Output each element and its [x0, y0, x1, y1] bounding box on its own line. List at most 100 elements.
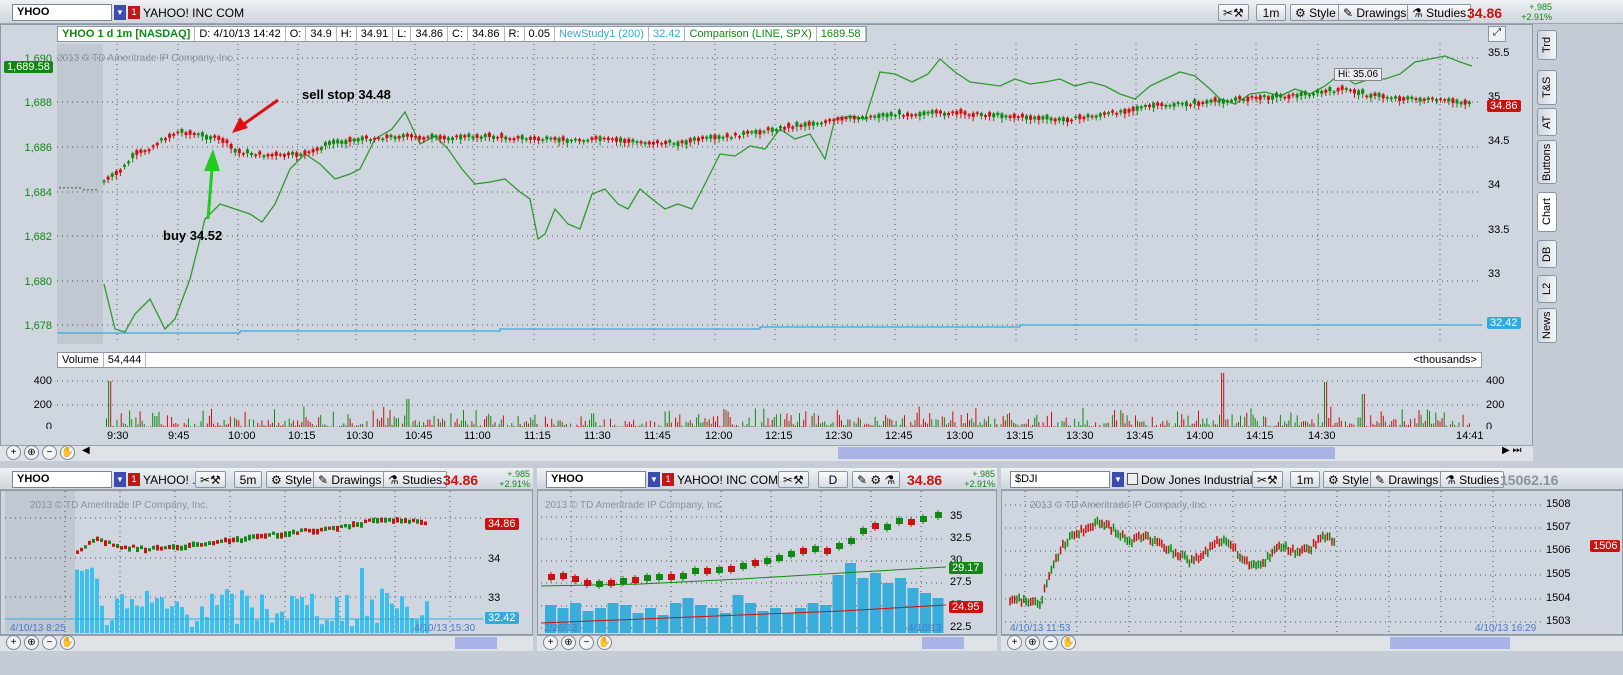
candle-223 — [1016, 116, 1020, 119]
side-tab-buttons[interactable]: Buttons — [1537, 140, 1557, 184]
candle-61 — [352, 138, 356, 142]
candle-88 — [463, 135, 467, 138]
panel2-pan-icon[interactable]: ✋ — [597, 635, 612, 650]
panel1-studies-button[interactable]: ⚗ Studies — [383, 471, 448, 488]
symbol-dropdown-button[interactable]: ▼ — [114, 5, 126, 20]
volume-bar-367 — [876, 421, 878, 427]
volume-bar-563 — [1288, 420, 1290, 427]
p2-candle-1 — [560, 573, 567, 579]
panel3-scrollbar[interactable] — [1001, 635, 1623, 651]
zoom-in-icon[interactable]: + — [6, 445, 21, 460]
side-tab-l2[interactable]: L2 — [1537, 275, 1557, 303]
side-tab-ts[interactable]: T&S — [1537, 70, 1557, 105]
studies-button[interactable]: ⚗ Studies — [1407, 4, 1472, 21]
panel1-price-chart[interactable] — [5, 491, 483, 633]
scroll-thumb[interactable] — [838, 447, 1335, 459]
panel1-zoom-out-icon[interactable]: − — [42, 635, 57, 650]
volume-bar-381 — [906, 426, 908, 427]
panel2-symbol-dropdown[interactable]: ▼ — [648, 472, 660, 487]
scroll-left-icon[interactable]: ◀ — [82, 445, 90, 456]
volume-bar-446 — [1042, 422, 1044, 427]
candle-204 — [938, 110, 942, 114]
panel1-pan-icon[interactable]: ✋ — [60, 635, 75, 650]
drawings-button[interactable]: ✎ Drawings — [1338, 4, 1412, 21]
panel2-zoom-out-icon[interactable]: − — [579, 635, 594, 650]
price-chart[interactable]: 1,6901,6881,6861,6841,6821,6801,67835.53… — [0, 44, 1533, 364]
panel3-tools-icon[interactable]: ✂⚒ — [1252, 471, 1283, 488]
volume-bar-499 — [1153, 426, 1155, 427]
p1-candle-32 — [204, 542, 207, 547]
volume-bar-519 — [1195, 420, 1197, 427]
volume-bar-286 — [706, 421, 708, 427]
side-tab-at[interactable]: AT — [1537, 108, 1557, 136]
panel1-style-button[interactable]: ⚙ Style — [266, 471, 317, 488]
panel3-scroll-thumb[interactable] — [1390, 637, 1510, 649]
p1-candle-59 — [312, 528, 315, 535]
annotation-buy[interactable]: buy 34.52 — [163, 228, 222, 243]
panel3-studies-button[interactable]: ⚗ Studies — [1440, 471, 1505, 488]
panel1-link-icon[interactable]: 1 — [128, 473, 140, 486]
side-tab-news[interactable]: News — [1537, 308, 1557, 343]
p1-candle-65 — [336, 525, 339, 532]
panel3-link-icon[interactable] — [1127, 473, 1138, 485]
volume-bar-550 — [1261, 426, 1262, 427]
panel1-zoom-in-icon-2[interactable]: ⊕ — [24, 635, 39, 650]
panel3-symbol-dropdown[interactable]: ▼ — [1112, 472, 1124, 487]
symbol-input[interactable]: YHOO — [12, 4, 112, 21]
panel1-scroll-thumb[interactable] — [455, 637, 497, 649]
panel1-symbol-dropdown[interactable]: ▼ — [114, 472, 126, 487]
volume-bar-89 — [292, 420, 294, 427]
candle-265 — [1189, 104, 1192, 107]
panel3-zoom-in-icon-2[interactable]: ⊕ — [1025, 635, 1040, 650]
panel1-scrollbar[interactable] — [0, 635, 533, 651]
chart-settings-icon[interactable]: ⤢ — [1488, 26, 1506, 42]
panel1-tools-icon[interactable]: ✂⚒ — [195, 471, 226, 488]
panel3-zoom-out-icon[interactable]: − — [1043, 635, 1058, 650]
panel2-link-icon[interactable]: 1 — [662, 473, 674, 486]
volume-bar-442 — [1034, 417, 1036, 427]
panel1-zoom-in-icon[interactable]: + — [6, 635, 21, 650]
side-tab-chart[interactable]: Chart — [1537, 192, 1557, 232]
panel3-drawings-button[interactable]: ✎ Drawings — [1370, 471, 1444, 488]
pan-hand-icon[interactable]: ✋ — [60, 445, 75, 460]
volume-bar-305 — [746, 424, 748, 427]
style-settings-icon[interactable]: ✂⚒ — [1218, 4, 1249, 21]
volume-bar-96 — [307, 420, 309, 427]
panel1-symbol-input[interactable]: YHOO — [12, 471, 112, 488]
side-tab-trd[interactable]: Trd — [1537, 30, 1557, 60]
volume-bar-429 — [1006, 414, 1008, 427]
volume-bar-580 — [1324, 382, 1325, 427]
left-axis-tag: 1,689.58 — [4, 61, 53, 73]
candle-322 — [1422, 98, 1426, 101]
panel1-drawings-button[interactable]: ✎ Drawings — [313, 471, 387, 488]
zoom-in-icon-2[interactable]: ⊕ — [24, 445, 39, 460]
panel2-zoom-in-icon[interactable]: + — [543, 635, 558, 650]
panel3-pan-icon[interactable]: ✋ — [1061, 635, 1076, 650]
panel2-drawing-tools[interactable]: ✎ ⚙ ⚗ — [852, 471, 901, 488]
panel3-interval-button[interactable]: 1m — [1290, 471, 1320, 488]
volume-bar-204 — [534, 414, 536, 427]
panel3-symbol-input[interactable]: $DJI — [1010, 471, 1110, 488]
panel2-symbol-input[interactable]: YHOO — [546, 471, 646, 488]
panel2-interval-button[interactable]: D — [818, 471, 848, 488]
annotation-sell[interactable]: sell stop 34.48 — [302, 87, 391, 102]
volume-bar-537 — [1233, 426, 1235, 427]
volume-bar-552 — [1265, 417, 1267, 427]
scroll-right-icon[interactable]: ▶ ⏭ — [1502, 445, 1521, 456]
panel3-zoom-in-icon[interactable]: + — [1007, 635, 1022, 650]
zoom-out-icon[interactable]: − — [42, 445, 57, 460]
volume-bar-357 — [855, 423, 857, 427]
panel2-scroll-thumb[interactable] — [922, 637, 964, 649]
panel3-price-chart[interactable] — [1005, 491, 1542, 633]
side-tab-db[interactable]: DB — [1537, 240, 1557, 268]
panel2-zoom-in-icon-2[interactable]: ⊕ — [561, 635, 576, 650]
candle-278 — [1242, 98, 1246, 101]
style-button[interactable]: ⚙ Style — [1290, 4, 1341, 21]
panel2-price-chart[interactable] — [541, 491, 946, 633]
link-group-icon[interactable]: 1 — [128, 6, 140, 19]
panel2-tools-icon[interactable]: ✂⚒ — [778, 471, 809, 488]
panel3-style-button[interactable]: ⚙ Style — [1323, 471, 1374, 488]
volume-bar-78 — [269, 424, 271, 427]
interval-button[interactable]: 1m — [1256, 4, 1286, 21]
panel1-interval-button[interactable]: 5m — [234, 471, 262, 488]
